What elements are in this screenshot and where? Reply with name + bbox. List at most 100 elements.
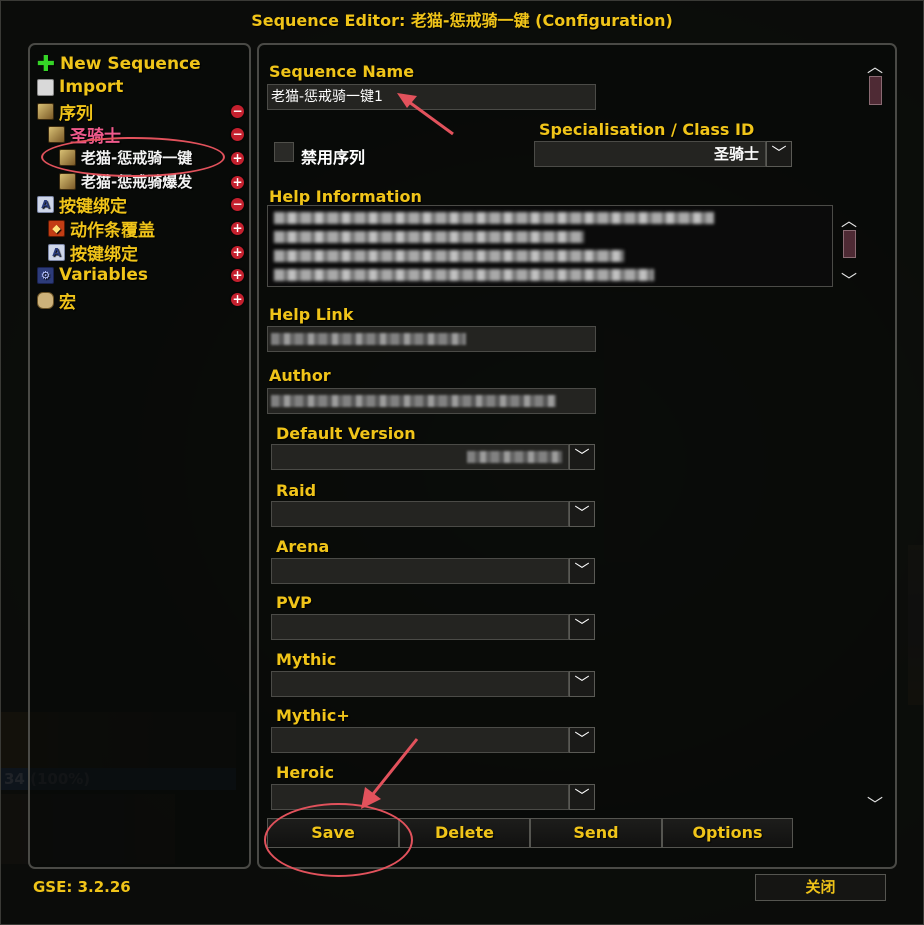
- mythic-value: [271, 671, 569, 697]
- scroll-icon: [59, 148, 76, 166]
- variables-icon: ⚙: [37, 266, 54, 284]
- pvp-value: [271, 614, 569, 640]
- expand-button-macros[interactable]: +: [231, 293, 244, 306]
- arena-dropdown[interactable]: ﹀: [271, 558, 595, 584]
- collapse-button-paladin[interactable]: −: [231, 128, 244, 141]
- raid-label: Raid: [276, 481, 317, 500]
- expand-button-keybinds-sub[interactable]: +: [231, 246, 244, 259]
- author-input[interactable]: [267, 388, 596, 414]
- disable-sequence-checkbox[interactable]: [274, 142, 294, 162]
- default-version-label: Default Version: [276, 424, 416, 443]
- expand-button-variables[interactable]: +: [231, 269, 244, 282]
- main-scroll-up-icon[interactable]: ︿: [867, 53, 883, 77]
- help-scroll-down-icon[interactable]: ﹀: [841, 267, 857, 291]
- author-blurred: [271, 395, 556, 407]
- tree-item-macros[interactable]: 宏: [37, 289, 76, 313]
- tree-item-label: 老猫-惩戒骑一键: [81, 148, 193, 167]
- mythic-plus-dropdown[interactable]: ﹀: [271, 727, 595, 753]
- mythic-plus-label: Mythic+: [276, 706, 350, 725]
- window-title: Sequence Editor: 老猫-惩戒骑一键 (Configuration…: [251, 11, 673, 30]
- spec-dropdown-value: 圣骑士: [534, 141, 766, 167]
- mythic-label: Mythic: [276, 650, 337, 669]
- help-link-input[interactable]: [267, 326, 596, 352]
- help-text-blurred: [274, 250, 624, 262]
- scroll-icon: [37, 102, 54, 120]
- expand-button-action-override[interactable]: +: [231, 222, 244, 235]
- chevron-down-icon[interactable]: ﹀: [766, 141, 792, 167]
- chevron-down-icon[interactable]: ﹀: [569, 558, 595, 584]
- mythic-plus-value: [271, 727, 569, 753]
- tree-item-label: Import: [59, 77, 124, 97]
- tree-item-seq2[interactable]: 老猫-惩戒骑爆发: [59, 170, 192, 192]
- tree-item-variables[interactable]: ⚙ Variables: [37, 264, 148, 286]
- author-label: Author: [269, 366, 331, 385]
- help-info-label: Help Information: [269, 187, 422, 206]
- tree-item-keybinds[interactable]: A 按键绑定: [37, 193, 127, 217]
- chevron-down-icon[interactable]: ﹀: [569, 727, 595, 753]
- sequence-name-label: Sequence Name: [269, 62, 415, 81]
- tree-item-label: 按键绑定: [59, 196, 127, 217]
- main-scrollbar-thumb[interactable]: [869, 76, 882, 105]
- default-version-dropdown[interactable]: ﹀: [271, 444, 595, 470]
- tree-item-paladin[interactable]: 圣骑士: [48, 123, 121, 147]
- default-version-blurred: [467, 451, 562, 463]
- help-link-blurred: [271, 333, 466, 345]
- version-label: GSE: 3.2.26: [33, 878, 131, 896]
- tree-item-sequences[interactable]: 序列: [37, 100, 93, 124]
- mythic-dropdown[interactable]: ﹀: [271, 671, 595, 697]
- main-scroll-down-icon[interactable]: ﹀: [867, 791, 883, 815]
- chevron-down-icon[interactable]: ﹀: [569, 784, 595, 810]
- tree-item-action-override[interactable]: ◆ 动作条覆盖: [48, 217, 155, 241]
- chevron-down-icon[interactable]: ﹀: [569, 671, 595, 697]
- tree-item-label: 老猫-惩戒骑爆发: [81, 172, 193, 191]
- scroll-icon: [48, 125, 65, 143]
- expand-button-seq1[interactable]: +: [231, 152, 244, 165]
- heroic-dropdown[interactable]: ﹀: [271, 784, 595, 810]
- raid-dropdown[interactable]: ﹀: [271, 501, 595, 527]
- spec-dropdown[interactable]: 圣骑士 ﹀: [534, 141, 792, 167]
- tree-item-label: 按键绑定: [70, 244, 138, 265]
- arena-label: Arena: [276, 537, 330, 556]
- keybind-icon: A: [48, 243, 65, 261]
- close-button[interactable]: 关闭: [755, 874, 886, 901]
- collapse-button-sequences[interactable]: −: [231, 105, 244, 118]
- save-button[interactable]: Save: [267, 818, 399, 848]
- pvp-dropdown[interactable]: ﹀: [271, 614, 595, 640]
- chevron-down-icon[interactable]: ﹀: [569, 444, 595, 470]
- heroic-label: Heroic: [276, 763, 335, 782]
- default-version-value: [271, 444, 569, 470]
- macro-icon: [37, 291, 54, 309]
- pvp-label: PVP: [276, 593, 312, 612]
- tree-item-label: 宏: [59, 292, 76, 313]
- chevron-down-icon[interactable]: ﹀: [569, 614, 595, 640]
- disable-sequence-label: 禁用序列: [301, 148, 366, 167]
- tree-item-keybinds-sub[interactable]: A 按键绑定: [48, 241, 138, 265]
- options-button[interactable]: Options: [662, 818, 793, 848]
- help-link-label: Help Link: [269, 305, 354, 324]
- keybind-icon: A: [37, 195, 54, 213]
- delete-button[interactable]: Delete: [399, 818, 530, 848]
- help-info-textarea[interactable]: [267, 205, 833, 287]
- collapse-button-keybinds[interactable]: −: [231, 198, 244, 211]
- expand-button-seq2[interactable]: +: [231, 176, 244, 189]
- tree-item-seq1[interactable]: 老猫-惩戒骑一键: [59, 146, 192, 168]
- tree-item-import[interactable]: Import: [37, 76, 123, 98]
- action-bar-icon: ◆: [48, 219, 65, 237]
- spec-label: Specialisation / Class ID: [539, 120, 755, 139]
- help-scrollbar-thumb[interactable]: [843, 230, 856, 258]
- sequence-name-input[interactable]: 老猫-惩戒骑一键1: [267, 84, 596, 110]
- tree-item-label: New Sequence: [60, 54, 201, 74]
- tree-item-label: 序列: [59, 103, 93, 124]
- chevron-down-icon[interactable]: ﹀: [569, 501, 595, 527]
- document-icon: [37, 78, 54, 96]
- raid-value: [271, 501, 569, 527]
- plus-icon: ✚: [36, 51, 56, 77]
- tree-item-label: Variables: [59, 265, 149, 285]
- arena-value: [271, 558, 569, 584]
- send-button[interactable]: Send: [530, 818, 662, 848]
- tree-item-new-sequence[interactable]: ✚ New Sequence: [36, 51, 201, 77]
- help-scroll-up-icon[interactable]: ︿: [841, 207, 857, 231]
- help-text-blurred: [274, 231, 584, 243]
- tree-item-label: 动作条覆盖: [70, 220, 155, 241]
- scroll-icon: [59, 172, 76, 190]
